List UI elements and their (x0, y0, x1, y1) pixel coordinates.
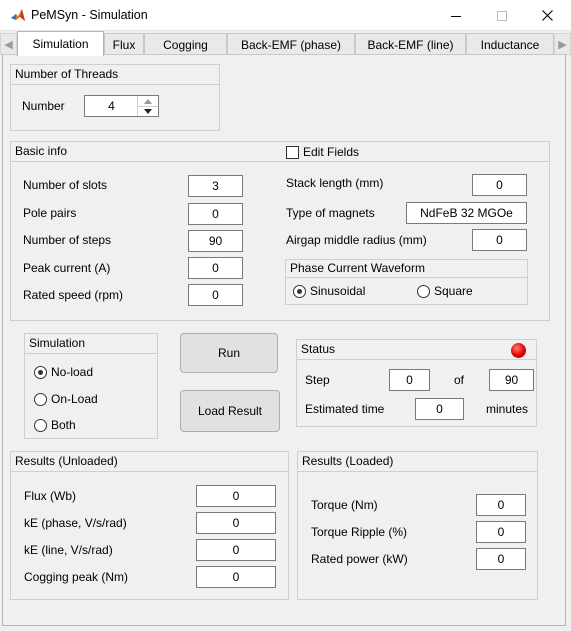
minutes-label: minutes (486, 402, 529, 416)
maximize-button[interactable] (479, 0, 525, 31)
waveform-sinusoidal-label: Sinusoidal (310, 284, 366, 298)
status-panel-title: Status (297, 340, 536, 360)
rated-speed-label: Rated speed (rpm) (23, 288, 124, 302)
simulation-no-load-radio[interactable] (34, 366, 47, 379)
threads-panel: Number of Threads Number 4 (10, 64, 220, 131)
flux-field[interactable]: 0 (196, 485, 276, 507)
window-title: PeMSyn - Simulation (31, 8, 148, 22)
waveform-square-label: Square (434, 284, 473, 298)
rated-power-label: Rated power (kW) (311, 552, 408, 566)
ke-phase-label: kE (phase, V/s/rad) (24, 516, 127, 530)
edit-fields-checkbox[interactable] (286, 146, 299, 159)
run-button[interactable]: Run (180, 333, 278, 373)
magnets-field[interactable]: NdFeB 32 MGOe (406, 202, 527, 224)
chevron-down-icon (144, 109, 152, 114)
of-label: of (454, 373, 465, 387)
torque-ripple-field[interactable]: 0 (476, 521, 526, 543)
torque-label: Torque (Nm) (311, 498, 378, 512)
waveform-title: Phase Current Waveform (286, 260, 527, 278)
steps-field[interactable]: 90 (188, 230, 243, 252)
step-label: Step (305, 373, 330, 387)
peak-current-label: Peak current (A) (23, 261, 111, 275)
step-field[interactable]: 0 (389, 369, 430, 391)
minimize-button[interactable] (433, 0, 479, 31)
flux-label: Flux (Wb) (24, 489, 76, 503)
close-button[interactable] (524, 0, 570, 31)
threads-spinner-buttons (137, 96, 158, 116)
rated-power-field[interactable]: 0 (476, 548, 526, 570)
simulation-panel-title: Simulation (25, 334, 157, 354)
results-loaded-panel: Results (Loaded) Torque (Nm) 0 Torque Ri… (297, 451, 538, 600)
spinner-down-button[interactable] (138, 106, 158, 116)
airgap-field[interactable]: 0 (472, 229, 527, 251)
tab-simulation[interactable]: Simulation (17, 31, 104, 56)
tab-scroll-left-button[interactable]: ◀ (0, 33, 17, 55)
close-icon (541, 10, 553, 21)
pole-pairs-field[interactable]: 0 (188, 203, 243, 225)
waveform-panel: Phase Current Waveform Sinusoidal Square (285, 259, 528, 305)
simulation-both-radio[interactable] (34, 419, 47, 432)
torque-ripple-label: Torque Ripple (%) (311, 525, 408, 539)
tab-scroll-right-button[interactable]: ▶ (554, 33, 571, 55)
simulation-on-load-radio[interactable] (34, 393, 47, 406)
slots-field[interactable]: 3 (188, 175, 243, 197)
slots-label: Number of slots (23, 178, 108, 192)
tab-flux[interactable]: Flux (104, 33, 144, 55)
spinner-up-button[interactable] (138, 96, 158, 106)
results-loaded-title: Results (Loaded) (298, 452, 537, 472)
threads-panel-title: Number of Threads (11, 65, 219, 85)
results-unloaded-panel: Results (Unloaded) Flux (Wb) 0 kE (phase… (10, 451, 289, 600)
ke-line-label: kE (line, V/s/rad) (24, 543, 113, 557)
pole-pairs-label: Pole pairs (23, 206, 77, 220)
ke-phase-field[interactable]: 0 (196, 512, 276, 534)
simulation-both-label: Both (51, 418, 76, 432)
status-panel: Status Step 0 of 90 Estimated time 0 min… (296, 339, 537, 427)
peak-current-field[interactable]: 0 (188, 257, 243, 279)
basic-info-panel: Basic info Edit Fields Number of slots 3… (10, 141, 550, 321)
threads-number-label: Number (22, 99, 65, 113)
load-result-button[interactable]: Load Result (180, 390, 280, 432)
torque-field[interactable]: 0 (476, 494, 526, 516)
tab-back-emf-phase[interactable]: Back-EMF (phase) (227, 33, 355, 55)
stack-length-field[interactable]: 0 (472, 174, 527, 196)
simulation-on-load-label: On-Load (51, 392, 98, 406)
chevron-left-icon: ◀ (4, 38, 13, 51)
stack-length-label: Stack length (mm) (286, 176, 384, 190)
results-unloaded-title: Results (Unloaded) (11, 452, 288, 472)
chevron-right-icon: ▶ (558, 38, 567, 51)
cogging-peak-label: Cogging peak (Nm) (24, 570, 129, 584)
tab-inductance[interactable]: Inductance (466, 33, 554, 55)
waveform-square-radio[interactable] (417, 285, 430, 298)
status-indicator-light (511, 343, 526, 358)
cogging-peak-field[interactable]: 0 (196, 566, 276, 588)
total-steps-field[interactable]: 90 (489, 369, 534, 391)
tab-strip: ◀ Simulation Flux Cogging Back-EMF (phas… (0, 31, 571, 56)
simulation-no-load-label: No-load (51, 365, 94, 379)
maximize-icon (497, 10, 507, 21)
matlab-app-icon (11, 9, 25, 21)
steps-label: Number of steps (23, 233, 112, 247)
chevron-up-icon (144, 98, 152, 104)
estimated-time-field[interactable]: 0 (415, 398, 464, 420)
rated-speed-field[interactable]: 0 (188, 284, 243, 306)
tab-back-emf-line[interactable]: Back-EMF (line) (355, 33, 466, 55)
minimize-icon (451, 15, 461, 17)
tab-cogging[interactable]: Cogging (144, 33, 227, 55)
edit-fields-label: Edit Fields (303, 145, 360, 159)
basic-info-title: Basic info (11, 142, 549, 162)
ke-line-field[interactable]: 0 (196, 539, 276, 561)
title-bar: PeMSyn - Simulation (0, 0, 571, 31)
airgap-label: Airgap middle radius (mm) (286, 233, 427, 247)
waveform-sinusoidal-radio[interactable] (293, 285, 306, 298)
magnets-label: Type of magnets (286, 206, 375, 220)
simulation-panel: Simulation No-load On-Load Both (24, 333, 158, 439)
estimated-time-label: Estimated time (305, 402, 385, 416)
